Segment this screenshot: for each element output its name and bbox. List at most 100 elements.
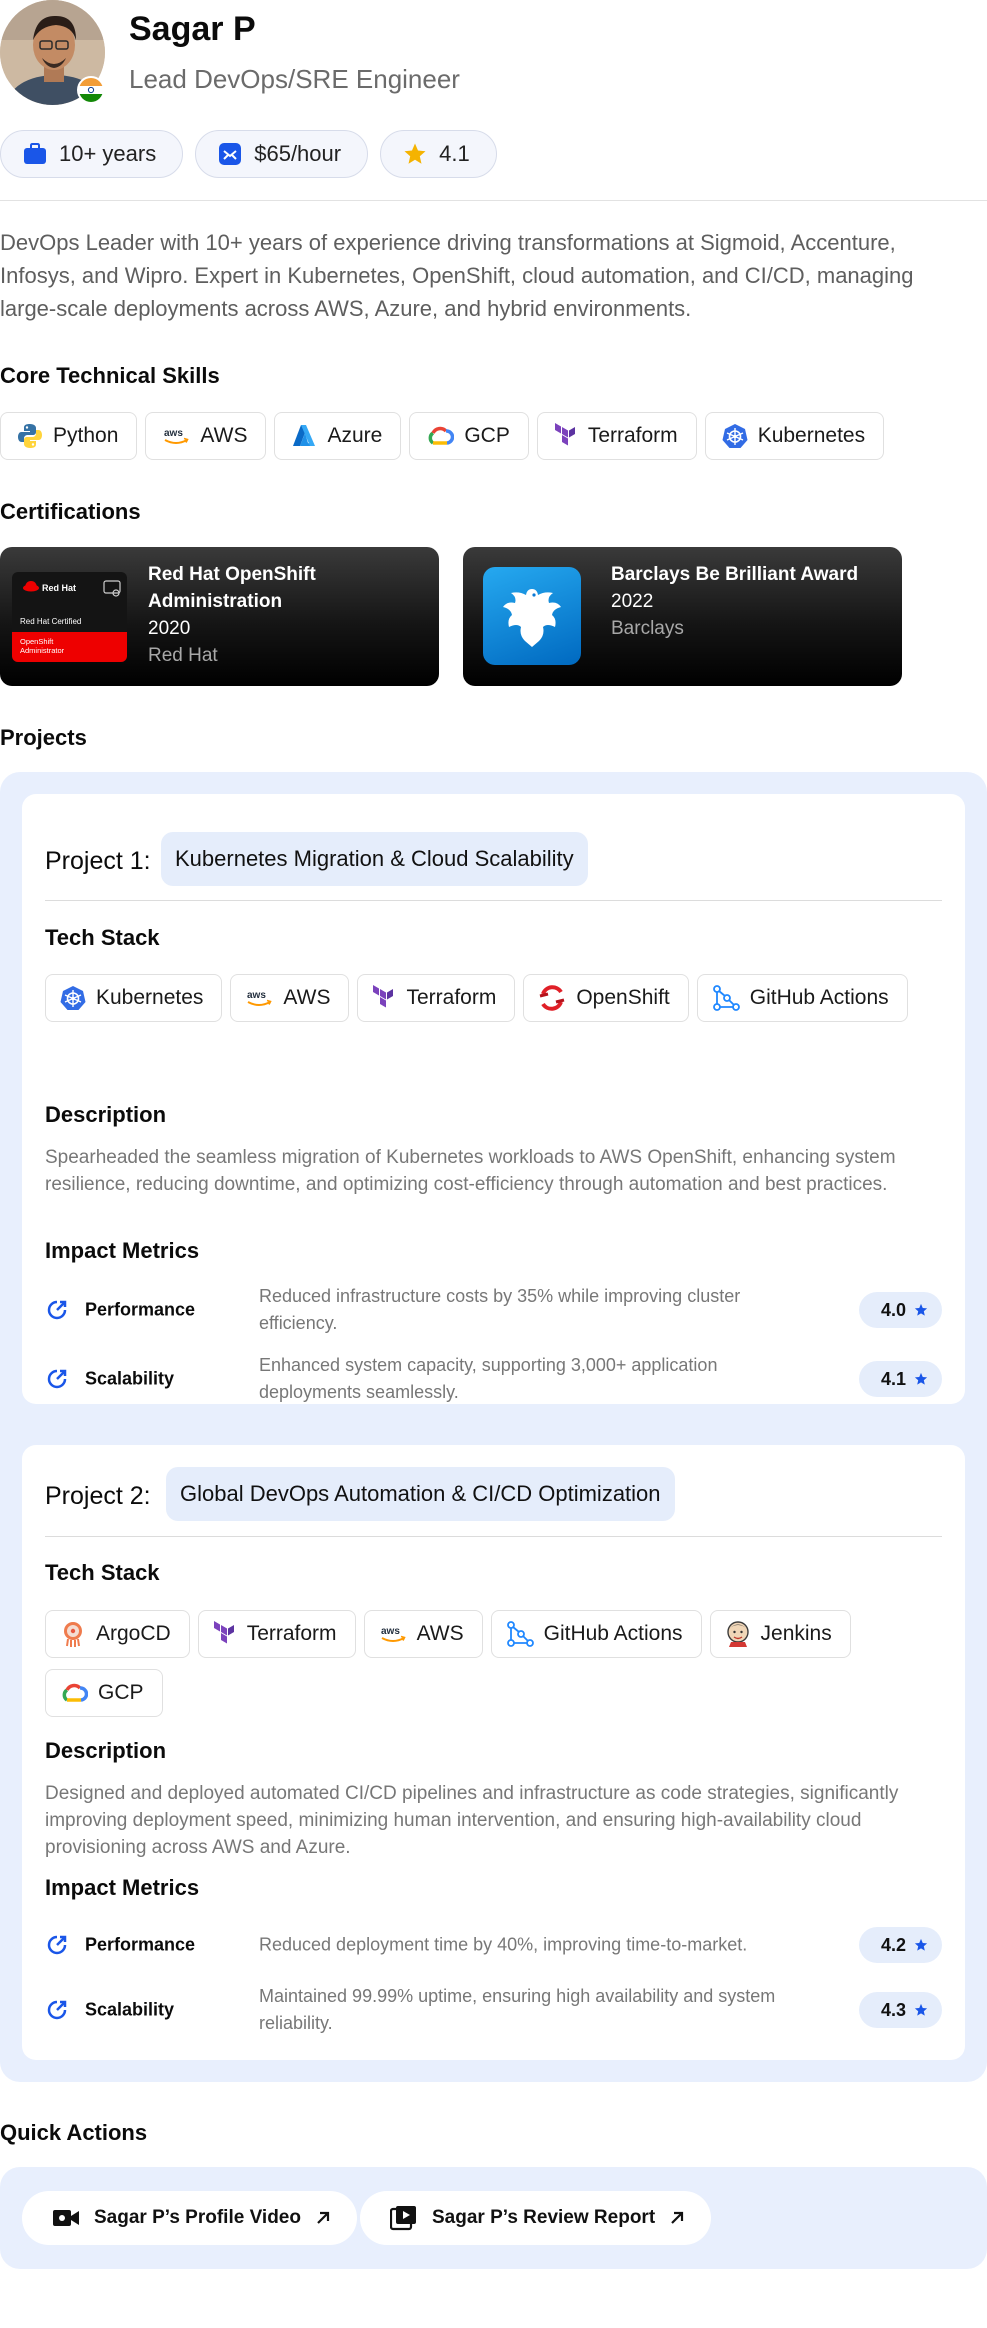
video-file-icon (390, 2206, 416, 2231)
rating-chip: 4.1 (380, 130, 497, 178)
quick-actions-title: Quick Actions (0, 2120, 148, 2145)
metric-row: Scalability Enhanced system capacity, su… (45, 1351, 942, 1407)
star-icon (914, 1303, 928, 1316)
review-report-button[interactable]: Sagar P’s Review Report (360, 2191, 712, 2245)
skill-python: Python (0, 412, 138, 460)
scalability-gauge-icon (47, 1369, 67, 1389)
svg-text:Red Hat: Red Hat (42, 583, 76, 593)
description-title: Description (45, 1738, 167, 1763)
certification-issuer: Red Hat (148, 645, 218, 666)
project-card-2: Project 2: Global DevOps Automation & CI… (22, 1445, 965, 2060)
svg-text:aws: aws (164, 428, 183, 439)
certification-issuer: Barclays (611, 618, 684, 639)
review-report-label: Sagar P’s Review Report (432, 2207, 656, 2228)
profile-summary: DevOps Leader with 10+ years of experien… (0, 230, 914, 321)
terraform-icon (213, 1621, 234, 1644)
arrow-up-right-icon (671, 2211, 684, 2224)
tech-kubernetes: Kubernetes (45, 974, 223, 1022)
metric-score-value: 4.2 (880, 1934, 906, 1955)
metric-row: Scalability Maintained 99.99% uptime, en… (45, 1982, 942, 2038)
performance-gauge-icon (47, 1300, 67, 1320)
tech-github-actions: GitHub Actions (696, 974, 908, 1022)
tech-stack-list: ArgoCD Terraform aws AWS GitHub Actions … (45, 1610, 945, 1717)
metric-score: 4.1 (858, 1361, 942, 1397)
certification-info: Barclays Be Brilliant Award 2022 Barclay… (611, 561, 881, 642)
tech-label: GitHub Actions (749, 986, 889, 1009)
tech-terraform: Terraform (197, 1610, 356, 1658)
arrow-up-right-icon (317, 2211, 330, 2224)
tech-aws: aws AWS (230, 974, 350, 1022)
projects-container: Project 1: Kubernetes Migration & Cloud … (0, 772, 987, 2082)
certification-card-barclays[interactable]: Barclays Be Brilliant Award 2022 Barclay… (463, 547, 902, 686)
tech-stack-title: Tech Stack (45, 1560, 160, 1585)
india-flag-icon (77, 76, 105, 104)
skill-label: Python (53, 424, 119, 447)
certification-info: Red Hat OpenShift Administration 2020 Re… (148, 561, 418, 669)
skills-list: Python aws AWS Azure GCP Terraform Kuber… (0, 412, 885, 460)
experience-value: 10+ years (59, 141, 157, 166)
tech-label: ArgoCD (96, 1622, 171, 1645)
redhat-certificate-logo: Red Hat Red Hat Certified OpenShift Admi… (12, 572, 127, 662)
video-camera-icon (53, 2210, 79, 2226)
metric-name: Performance (85, 1934, 196, 1955)
profile-video-label: Sagar P’s Profile Video (94, 2207, 301, 2228)
description-title: Description (45, 1102, 167, 1127)
tech-label: GitHub Actions (543, 1622, 683, 1645)
profile-header: Sagar P Lead DevOps/SRE Engineer (0, 0, 987, 110)
star-icon (914, 1938, 928, 1951)
star-icon (404, 143, 426, 164)
project-name: Kubernetes Migration & Cloud Scalability (161, 832, 588, 886)
openshift-icon (539, 985, 565, 1011)
tech-label: AWS (283, 986, 331, 1009)
tech-openshift: OpenShift (523, 974, 689, 1022)
rate-value: $65/hour (254, 141, 342, 166)
certification-title: Barclays Be Brilliant Award (611, 564, 859, 585)
gcp-icon (428, 426, 455, 445)
terraform-icon (554, 423, 575, 446)
aws-icon: aws (247, 990, 273, 1006)
azure-icon (293, 425, 316, 446)
project-label: Project 2: (45, 1482, 151, 1510)
metric-score: 4.2 (858, 1927, 942, 1963)
github-actions-icon (712, 985, 740, 1011)
briefcase-icon (24, 143, 46, 164)
metric-score: 4.0 (858, 1292, 942, 1328)
metric-name: Scalability (85, 1368, 175, 1389)
profile-role: Lead DevOps/SRE Engineer (129, 64, 460, 94)
star-icon (914, 1372, 928, 1385)
project-divider (45, 1536, 942, 1537)
svg-text:Red Hat Certified: Red Hat Certified (20, 617, 81, 626)
skill-azure: Azure (274, 412, 402, 460)
rate-chip: $65/hour (195, 130, 369, 178)
rate-icon (219, 143, 242, 165)
metric-text: Enhanced system capacity, supporting 3,0… (259, 1355, 718, 1402)
skill-label: AWS (200, 424, 248, 447)
metric-text: Reduced deployment time by 40%, improvin… (259, 1934, 748, 1955)
svg-text:OpenShift: OpenShift (20, 637, 54, 646)
performance-gauge-icon (47, 1935, 67, 1955)
tech-label: Kubernetes (96, 986, 204, 1009)
gcp-icon (62, 1683, 88, 1702)
tech-aws: aws AWS (363, 1610, 483, 1658)
certification-card-redhat[interactable]: Red Hat Red Hat Certified OpenShift Admi… (0, 547, 439, 686)
project-label: Project 1: (45, 847, 151, 875)
skill-aws: aws AWS (145, 412, 267, 460)
tech-label: Terraform (246, 1622, 337, 1645)
metric-text: Maintained 99.99% uptime, ensuring high … (259, 1986, 776, 2033)
star-icon (914, 2003, 928, 2016)
aws-icon: aws (164, 428, 190, 444)
metric-name: Performance (85, 1299, 196, 1320)
profile-video-button[interactable]: Sagar P’s Profile Video (22, 2191, 357, 2245)
tech-label: AWS (416, 1622, 464, 1645)
tech-argocd: ArgoCD (45, 1610, 190, 1658)
project-name: Global DevOps Automation & CI/CD Optimiz… (166, 1467, 675, 1521)
certifications-title: Certifications (0, 499, 141, 524)
certification-title: Red Hat OpenShift Administration (148, 564, 316, 612)
tech-label: Jenkins (760, 1622, 832, 1645)
skill-label: Kubernetes (757, 424, 866, 447)
github-actions-icon (506, 1621, 534, 1647)
tech-stack-title: Tech Stack (45, 925, 160, 950)
svg-text:aws: aws (247, 990, 266, 1001)
skills-title: Core Technical Skills (0, 363, 220, 388)
skill-label: GCP (464, 424, 510, 447)
